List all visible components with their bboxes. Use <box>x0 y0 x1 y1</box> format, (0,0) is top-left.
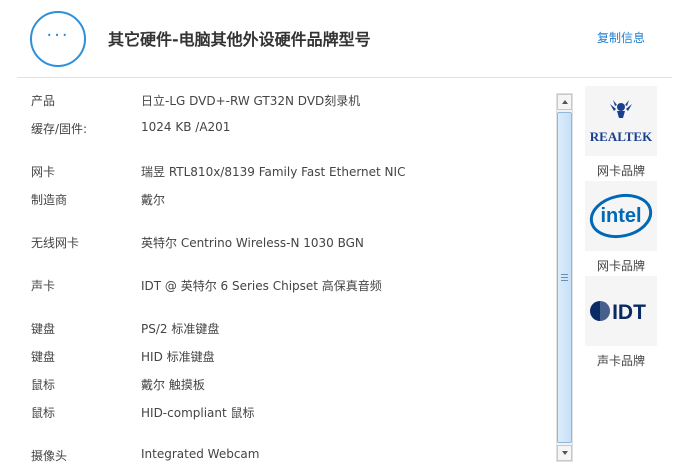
list-item: 声卡 IDT @ 英特尔 6 Series Chipset 高保真音频 <box>0 275 550 295</box>
intel-logo: intel <box>585 181 657 251</box>
scroll-thumb[interactable] <box>557 112 572 443</box>
list-item: 网卡 瑞昱 RTL810x/8139 Family Fast Ethernet … <box>0 161 550 181</box>
item-value: HID 标准键盘 <box>141 350 215 364</box>
header: ··· 其它硬件-电脑其他外设硬件品牌型号 复制信息 <box>0 0 700 78</box>
svg-text:intel: intel <box>600 205 641 227</box>
svg-text:REALTEK: REALTEK <box>590 129 653 144</box>
svg-text:IDT: IDT <box>612 301 646 324</box>
item-value: 英特尔 Centrino Wireless-N 1030 BGN <box>141 236 364 250</box>
brand-caption: 网卡品牌 <box>596 164 645 178</box>
brand-caption: 网卡品牌 <box>596 259 645 273</box>
list-item: 摄像头 Integrated Webcam <box>0 445 550 464</box>
item-value: PS/2 标准键盘 <box>141 322 220 336</box>
arrow-down-icon <box>561 451 568 455</box>
item-value: 日立-LG DVD+-RW GT32N DVD刻录机 <box>141 94 361 108</box>
page-title: 其它硬件-电脑其他外设硬件品牌型号 <box>108 30 371 49</box>
item-label: 鼠标 <box>31 406 56 420</box>
item-value: 1024 KB /A201 <box>141 120 231 134</box>
item-value: 戴尔 触摸板 <box>141 378 205 392</box>
grip-icon <box>561 274 568 281</box>
brand-caption: 声卡品牌 <box>596 354 645 368</box>
item-label: 缓存/固件: <box>31 122 88 136</box>
more-dots-icon: ··· <box>30 11 86 67</box>
brand-intel: intel 网卡品牌 <box>585 181 657 274</box>
list-item: 无线网卡 英特尔 Centrino Wireless-N 1030 BGN <box>0 232 550 252</box>
item-label: 键盘 <box>31 350 56 364</box>
copy-info-link[interactable]: 复制信息 <box>597 29 645 46</box>
list-item: 键盘 HID 标准键盘 <box>0 346 550 366</box>
brand-idt: IDT 声卡品牌 <box>585 276 657 369</box>
item-value: Integrated Webcam <box>141 447 260 461</box>
item-value: 戴尔 <box>141 193 166 207</box>
item-label: 产品 <box>31 94 56 108</box>
list-item: 缓存/固件: 1024 KB /A201 <box>0 118 550 138</box>
item-label: 鼠标 <box>31 378 56 392</box>
item-label: 网卡 <box>31 165 56 179</box>
arrow-up-icon <box>561 100 568 104</box>
hardware-list: 产品 日立-LG DVD+-RW GT32N DVD刻录机 缓存/固件: 102… <box>0 78 550 464</box>
item-value: 瑞昱 RTL810x/8139 Family Fast Ethernet NIC <box>141 165 406 179</box>
idt-logo: IDT <box>585 276 657 346</box>
vertical-scrollbar[interactable] <box>556 93 573 462</box>
list-item: 鼠标 HID-compliant 鼠标 <box>0 402 550 422</box>
list-item: 鼠标 戴尔 触摸板 <box>0 374 550 394</box>
scroll-down-button[interactable] <box>557 445 572 461</box>
item-label: 摄像头 <box>31 449 68 463</box>
item-label: 制造商 <box>31 193 68 207</box>
item-label: 无线网卡 <box>31 236 80 250</box>
item-value: HID-compliant 鼠标 <box>141 406 255 420</box>
list-item: 制造商 戴尔 <box>0 189 550 209</box>
item-value: IDT @ 英特尔 6 Series Chipset 高保真音频 <box>141 279 382 293</box>
item-label: 声卡 <box>31 279 56 293</box>
list-item: 键盘 PS/2 标准键盘 <box>0 318 550 338</box>
item-label: 键盘 <box>31 322 56 336</box>
realtek-logo: REALTEK <box>585 86 657 156</box>
brand-realtek: REALTEK 网卡品牌 <box>585 86 657 179</box>
scroll-up-button[interactable] <box>557 94 572 110</box>
list-item: 产品 日立-LG DVD+-RW GT32N DVD刻录机 <box>0 90 550 110</box>
